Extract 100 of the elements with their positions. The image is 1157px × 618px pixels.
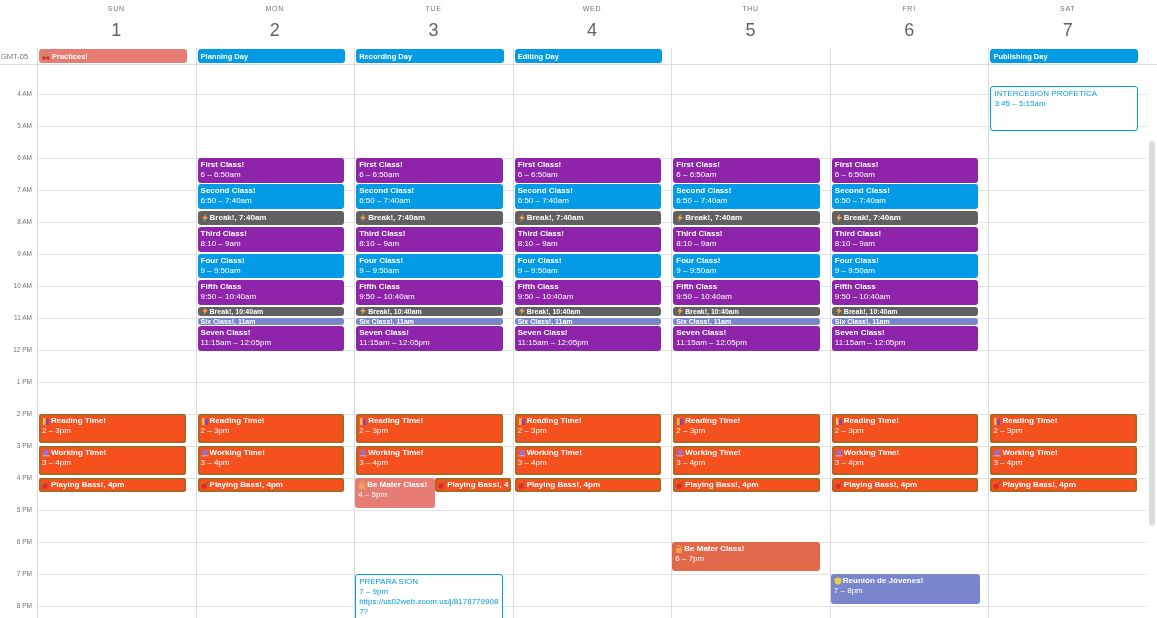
calendar-event[interactable]: Reading Time! 2 – 3pm	[39, 414, 186, 443]
calendar-event[interactable]: Second Class! 6:50 – 7:40am	[514, 184, 662, 209]
calendar-event[interactable]: Break!, 7:40am	[673, 211, 820, 225]
calendar-event[interactable]: Reading Time! 2 – 3pm	[831, 414, 979, 443]
calendar-event[interactable]: Playing Bass!, 4pm	[990, 478, 1137, 492]
event-title: Break!, 7:40am	[368, 213, 426, 223]
calendar-event[interactable]: First Class! 6 – 6:50am	[356, 158, 503, 183]
calendar-event[interactable]: Second Class! 6:50 – 7:40am	[356, 184, 503, 209]
calendar-event[interactable]: Playing Bass!, 4pm	[197, 478, 345, 492]
calendar-event[interactable]: Third Class! 8:10 – 9am	[514, 227, 662, 252]
calendar-event[interactable]: Seven Class! 11:15am – 12:05pm	[831, 326, 979, 351]
calendar-event[interactable]: Working Time! 3 – 4pm	[514, 446, 662, 475]
event-time: 6:50 – 7:40am	[200, 196, 253, 206]
calendar-event[interactable]: Break!, 7:40am	[831, 211, 979, 225]
event-time: 6 – 7pm	[675, 554, 706, 564]
event-title: Fifth Class	[200, 282, 242, 292]
event-title: Be Mater Class!	[684, 544, 745, 554]
event-title: Second Class!	[517, 186, 573, 196]
calendar-event[interactable]: Be Mater Class! 6 – 7pm	[672, 542, 820, 571]
calendar-event[interactable]: Break!, 7:40am	[514, 211, 662, 225]
event-time: 9:50 – 10:40am	[676, 292, 733, 302]
calendar-event[interactable]: Playing Bass!, 4	[435, 478, 511, 492]
calendar-event[interactable]: PREPARA SION 7 – 9pm https://us02web.zoom.us/j/81787799087?	[355, 574, 503, 618]
calendar-event[interactable]: First Class! 6 – 6:50am	[514, 158, 662, 183]
calendar-event[interactable]: Reading Time! 2 – 3pm	[990, 414, 1137, 443]
calendar-event[interactable]: Fifth Class 9:50 – 10:40am	[673, 280, 820, 305]
calendar-event[interactable]: Third Class! 8:10 – 9am	[831, 227, 979, 252]
lightning-icon	[359, 214, 368, 222]
calendar-event[interactable]: Playing Bass!, 4pm	[39, 478, 186, 492]
event-title: Working Time!	[526, 448, 582, 458]
calendar-event[interactable]: Fifth Class 9:50 – 10:40am	[831, 280, 979, 305]
event-title: First Class!	[834, 160, 879, 170]
event-title: Third Class!	[517, 229, 564, 239]
calendar-event[interactable]: Reading Time! 2 – 3pm	[514, 414, 662, 443]
calendar-event[interactable]: Be Mater Class! 4 – 5pm	[355, 478, 435, 508]
calendar-event[interactable]: Second Class! 6:50 – 7:40am	[831, 184, 979, 209]
event-title: Third Class!	[834, 229, 882, 239]
calendar-event[interactable]: Playing Bass!, 4pm	[673, 478, 820, 492]
calendar-event[interactable]: Fifth Class 9:50 – 10:40am	[514, 280, 662, 305]
calendar-event[interactable]: Break!, 7:40am	[197, 211, 345, 225]
calendar-event[interactable]: Third Class! 8:10 – 9am	[356, 227, 503, 252]
event-title: Second Class!	[200, 186, 256, 196]
calendar-event[interactable]: Four Class! 9 – 9:50am	[673, 254, 820, 278]
calendar-event[interactable]: Working Time! 3 – 4pm	[831, 446, 979, 475]
calendar-event[interactable]: Reunión de Jóvenes! 7 – 8pm	[830, 574, 981, 604]
date-number[interactable]: 6	[904, 20, 915, 40]
date-number[interactable]: 1	[111, 20, 122, 40]
calendar-event[interactable]: Working Time! 3 – 4pm	[673, 446, 820, 475]
scrollbar-thumb[interactable]	[1149, 141, 1155, 526]
date-number[interactable]: 5	[745, 20, 756, 40]
calendar-event[interactable]: Seven Class! 11:15am – 12:05pm	[356, 326, 503, 351]
event-time: 2 – 3pm	[676, 426, 707, 436]
lightning-icon	[676, 307, 685, 315]
date-number[interactable]: 7	[1062, 20, 1073, 40]
calendar-event[interactable]: Four Class! 9 – 9:50am	[514, 254, 662, 278]
date-number[interactable]: 4	[587, 20, 597, 40]
calendar-event[interactable]: Four Class! 9 – 9:50am	[356, 254, 503, 278]
event-title: Reading Time!	[368, 416, 424, 426]
calendar-event[interactable]: Seven Class! 11:15am – 12:05pm	[197, 326, 345, 351]
calendar-event[interactable]: Working Time! 3 – 4pm	[39, 446, 186, 475]
calendar-event[interactable]: Reading Time! 2 – 3pm	[356, 414, 503, 443]
calendar-event[interactable]: First Class! 6 – 6:50am	[197, 158, 345, 183]
event-title: Playing Bass!, 4pm	[843, 480, 918, 490]
calendar-event[interactable]: INTERCESION PROFETICA 3:45 – 5:15am	[990, 86, 1138, 131]
event-time: 11:15am – 12:05pm	[359, 338, 431, 348]
calendar-event[interactable]: Working Time! 3 – 4pm	[990, 446, 1137, 475]
calendar-event[interactable]: Reading Time! 2 – 3pm	[197, 414, 345, 443]
event-title: First Class!	[359, 160, 403, 170]
calendar-event[interactable]: Playing Bass!, 4pm	[514, 478, 662, 492]
calendar-event[interactable]: Fifth Class 9:50 – 10:40am	[356, 280, 503, 305]
event-time: 9:50 – 10:40am	[200, 292, 258, 302]
calendar-event[interactable]: Working Time! 3 – 4pm	[356, 446, 503, 475]
event-time: 4 – 5pm	[358, 490, 389, 500]
calendar-event[interactable]: Seven Class! 11:15am – 12:05pm	[514, 326, 662, 351]
calendar-event[interactable]: Second Class! 6:50 – 7:40am	[673, 184, 820, 209]
event-title: Playing Bass!, 4pm	[51, 480, 125, 490]
calendar-event[interactable]: Four Class! 9 – 9:50am	[197, 254, 345, 278]
event-time: 9 – 9:50am	[517, 266, 559, 276]
event-title: Four Class!	[200, 256, 245, 266]
event-time: 2 – 3pm	[517, 426, 548, 436]
guitar-icon	[438, 481, 447, 489]
calendar-event[interactable]: First Class! 6 – 6:50am	[673, 158, 820, 183]
event-time: 2 – 3pm	[200, 426, 231, 436]
calendar-event[interactable]: Third Class! 8:10 – 9am	[197, 227, 345, 252]
calendar-event[interactable]: Second Class! 6:50 – 7:40am	[197, 184, 345, 209]
guitar-icon	[42, 481, 50, 489]
calendar-event[interactable]: Break!, 7:40am	[356, 211, 503, 225]
event-time: 3 – 4pm	[834, 458, 865, 468]
calendar-event[interactable]: First Class! 6 – 6:50am	[831, 158, 979, 183]
calendar-event[interactable]: Working Time! 3 – 4pm	[197, 446, 345, 475]
event-time: 6:50 – 7:40am	[517, 196, 570, 206]
calendar-event[interactable]: Playing Bass!, 4pm	[831, 478, 979, 492]
calendar-event[interactable]: Four Class! 9 – 9:50am	[831, 254, 979, 278]
date-number[interactable]: 2	[269, 20, 280, 40]
calendar-event[interactable]: Seven Class! 11:15am – 12:05pm	[673, 326, 820, 351]
date-number[interactable]: 3	[428, 20, 439, 40]
calendar-event[interactable]: Reading Time! 2 – 3pm	[673, 414, 820, 443]
calendar-event[interactable]: Fifth Class 9:50 – 10:40am	[197, 280, 345, 305]
event-title: Reading Time!	[526, 416, 582, 426]
calendar-event[interactable]: Third Class! 8:10 – 9am	[673, 227, 820, 252]
